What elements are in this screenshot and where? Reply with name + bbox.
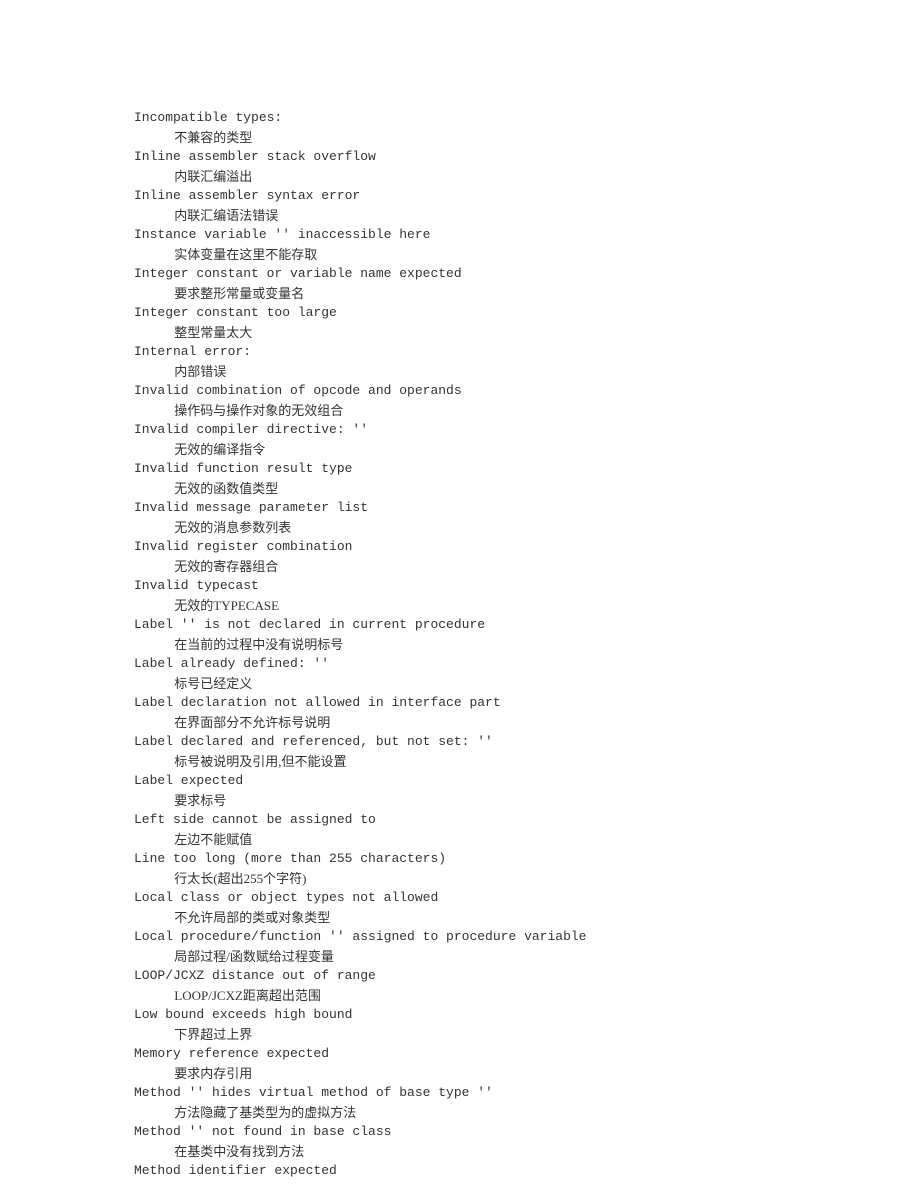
error-entry: Label declared and referenced, but not s… — [134, 732, 920, 771]
error-english: Incompatible types: — [134, 108, 920, 128]
error-english: Label already defined: '' — [134, 654, 920, 674]
error-english: Label declared and referenced, but not s… — [134, 732, 920, 752]
error-entry: Invalid compiler directive: ''无效的编译指令 — [134, 420, 920, 459]
error-entry: Label already defined: ''标号已经定义 — [134, 654, 920, 693]
error-english: Method '' hides virtual method of base t… — [134, 1083, 920, 1103]
error-entry: Invalid register combination无效的寄存器组合 — [134, 537, 920, 576]
error-english: Method '' not found in base class — [134, 1122, 920, 1142]
error-chinese: 内联汇编溢出 — [134, 167, 920, 187]
error-english: Low bound exceeds high bound — [134, 1005, 920, 1025]
error-english: Inline assembler stack overflow — [134, 147, 920, 167]
error-english: Local class or object types not allowed — [134, 888, 920, 908]
error-entry: Local procedure/function '' assigned to … — [134, 927, 920, 966]
error-entry: Integer constant or variable name expect… — [134, 264, 920, 303]
error-chinese: 无效的寄存器组合 — [134, 557, 920, 577]
error-english: Invalid compiler directive: '' — [134, 420, 920, 440]
error-entry: Internal error:内部错误 — [134, 342, 920, 381]
error-message-list: Incompatible types:不兼容的类型Inline assemble… — [134, 108, 920, 1181]
error-english: Label expected — [134, 771, 920, 791]
error-chinese: 无效的编译指令 — [134, 440, 920, 460]
error-english: Line too long (more than 255 characters) — [134, 849, 920, 869]
error-entry: Label expected要求标号 — [134, 771, 920, 810]
error-chinese: LOOP/JCXZ距离超出范围 — [134, 986, 920, 1006]
error-chinese: 整型常量太大 — [134, 323, 920, 343]
error-entry: Invalid function result type无效的函数值类型 — [134, 459, 920, 498]
error-chinese: 要求整形常量或变量名 — [134, 284, 920, 304]
error-english: Invalid register combination — [134, 537, 920, 557]
error-chinese: 在当前的过程中没有说明标号 — [134, 635, 920, 655]
error-chinese: 无效的TYPECASE — [134, 596, 920, 616]
error-english: Left side cannot be assigned to — [134, 810, 920, 830]
document-page: Incompatible types:不兼容的类型Inline assemble… — [0, 0, 920, 1191]
error-chinese: 不兼容的类型 — [134, 128, 920, 148]
error-chinese: 实体变量在这里不能存取 — [134, 245, 920, 265]
error-english: Method identifier expected — [134, 1161, 920, 1181]
error-english: Invalid message parameter list — [134, 498, 920, 518]
error-chinese: 内部错误 — [134, 362, 920, 382]
error-english: Invalid combination of opcode and operan… — [134, 381, 920, 401]
error-chinese: 行太长(超出255个字符) — [134, 869, 920, 889]
error-entry: Instance variable '' inaccessible here实体… — [134, 225, 920, 264]
error-chinese: 要求内存引用 — [134, 1064, 920, 1084]
error-entry: Left side cannot be assigned to左边不能赋值 — [134, 810, 920, 849]
error-entry: Memory reference expected要求内存引用 — [134, 1044, 920, 1083]
error-english: Label '' is not declared in current proc… — [134, 615, 920, 635]
error-entry: Method '' hides virtual method of base t… — [134, 1083, 920, 1122]
error-english: Invalid function result type — [134, 459, 920, 479]
error-chinese: 下界超过上界 — [134, 1025, 920, 1045]
error-entry: Integer constant too large整型常量太大 — [134, 303, 920, 342]
error-english: Local procedure/function '' assigned to … — [134, 927, 920, 947]
error-entry: Low bound exceeds high bound下界超过上界 — [134, 1005, 920, 1044]
error-english: Integer constant too large — [134, 303, 920, 323]
error-english: Internal error: — [134, 342, 920, 362]
error-chinese: 无效的函数值类型 — [134, 479, 920, 499]
error-entry: Incompatible types:不兼容的类型 — [134, 108, 920, 147]
error-entry: Invalid typecast无效的TYPECASE — [134, 576, 920, 615]
error-chinese: 方法隐藏了基类型为的虚拟方法 — [134, 1103, 920, 1123]
error-entry: Inline assembler syntax error内联汇编语法错误 — [134, 186, 920, 225]
error-english: Invalid typecast — [134, 576, 920, 596]
error-chinese: 标号被说明及引用,但不能设置 — [134, 752, 920, 772]
error-entry: Inline assembler stack overflow内联汇编溢出 — [134, 147, 920, 186]
error-chinese: 局部过程/函数赋给过程变量 — [134, 947, 920, 967]
error-chinese: 左边不能赋值 — [134, 830, 920, 850]
error-chinese: 在界面部分不允许标号说明 — [134, 713, 920, 733]
error-entry: Local class or object types not allowed不… — [134, 888, 920, 927]
error-english: Label declaration not allowed in interfa… — [134, 693, 920, 713]
error-entry: Invalid message parameter list无效的消息参数列表 — [134, 498, 920, 537]
error-english: Inline assembler syntax error — [134, 186, 920, 206]
error-chinese: 操作码与操作对象的无效组合 — [134, 401, 920, 421]
error-english: Memory reference expected — [134, 1044, 920, 1064]
error-entry: Label '' is not declared in current proc… — [134, 615, 920, 654]
error-entry: Label declaration not allowed in interfa… — [134, 693, 920, 732]
error-chinese: 要求标号 — [134, 791, 920, 811]
error-chinese: 标号已经定义 — [134, 674, 920, 694]
error-entry: LOOP/JCXZ distance out of rangeLOOP/JCXZ… — [134, 966, 920, 1005]
error-entry: Method identifier expected — [134, 1161, 920, 1181]
error-entry: Method '' not found in base class在基类中没有找… — [134, 1122, 920, 1161]
error-english: Instance variable '' inaccessible here — [134, 225, 920, 245]
error-english: LOOP/JCXZ distance out of range — [134, 966, 920, 986]
error-english: Integer constant or variable name expect… — [134, 264, 920, 284]
error-entry: Line too long (more than 255 characters)… — [134, 849, 920, 888]
error-chinese: 在基类中没有找到方法 — [134, 1142, 920, 1162]
error-entry: Invalid combination of opcode and operan… — [134, 381, 920, 420]
error-chinese: 不允许局部的类或对象类型 — [134, 908, 920, 928]
error-chinese: 无效的消息参数列表 — [134, 518, 920, 538]
error-chinese: 内联汇编语法错误 — [134, 206, 920, 226]
